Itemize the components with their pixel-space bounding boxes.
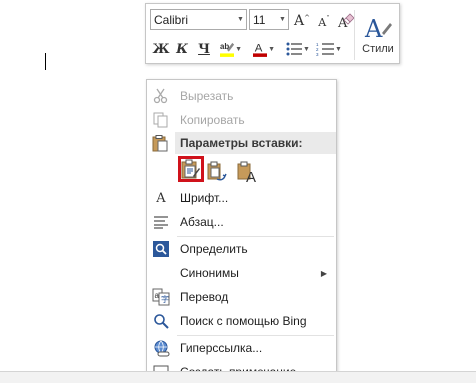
- submenu-arrow-icon: ▶: [320, 268, 327, 278]
- styles-button[interactable]: A Стили: [356, 8, 400, 62]
- search-icon: [152, 312, 170, 330]
- styles-label: Стили: [362, 43, 394, 55]
- font-name-value: Calibri: [154, 12, 189, 27]
- status-bar-strip: [0, 371, 476, 383]
- menu-item-hyperlink-label: Гиперссылка...: [180, 341, 263, 355]
- chevron-down-icon[interactable]: ▼: [277, 10, 288, 29]
- shrink-font-button[interactable]: Aˇ: [315, 14, 333, 30]
- define-search-icon: [152, 240, 170, 258]
- chevron-down-icon: ▼: [268, 45, 275, 53]
- clear-formatting-icon: A: [337, 13, 355, 30]
- grow-font-label: A: [294, 13, 305, 29]
- menu-item-cut-label: Вырезать: [180, 89, 234, 103]
- font-color-button[interactable]: A ▼: [253, 38, 275, 60]
- font-icon: A: [156, 190, 166, 206]
- toolbar-separator: [354, 10, 355, 60]
- svg-text:3: 3: [316, 52, 319, 56]
- font-size-combo[interactable]: 11 ▼: [249, 9, 289, 30]
- font-size-value: 11: [253, 12, 266, 27]
- menu-item-copy-label: Копировать: [180, 113, 245, 127]
- paste-merge-formatting-icon: [207, 161, 227, 181]
- font-name-combo[interactable]: Calibri ▼: [150, 9, 247, 30]
- bold-button[interactable]: Ж: [152, 40, 169, 58]
- globe-link-icon: [152, 339, 170, 357]
- italic-button[interactable]: К: [174, 40, 190, 58]
- menu-item-translate-label: Перевод: [180, 290, 229, 304]
- menu-item-bing-search-label: Поиск с помощью Bing: [180, 314, 307, 328]
- menu-item-font-label: Шрифт...: [180, 191, 229, 205]
- chevron-down-icon: ▼: [235, 45, 242, 53]
- svg-text:A: A: [246, 169, 256, 183]
- caret-down-icon: ˇ: [326, 15, 330, 23]
- menu-item-translate[interactable]: a字 Перевод: [147, 285, 336, 309]
- svg-text:A: A: [255, 43, 263, 55]
- styles-icon: A: [364, 15, 392, 41]
- chevron-down-icon[interactable]: ▼: [235, 10, 246, 29]
- paragraph-icon: [152, 213, 170, 231]
- paste-options-header: Параметры вставки:: [175, 132, 336, 154]
- clipboard-icon: [152, 135, 170, 153]
- svg-text:字: 字: [161, 294, 169, 304]
- translate-icon: a字: [152, 288, 170, 306]
- scissors-icon: [152, 87, 170, 105]
- bullets-button[interactable]: ▼: [286, 38, 310, 60]
- numbered-list-icon: 1 2 3: [316, 42, 335, 56]
- highlight-color-button[interactable]: ab ▼: [220, 38, 242, 60]
- paste-options-header-label: Параметры вставки:: [180, 136, 303, 150]
- paste-keep-source-formatting-button[interactable]: [178, 156, 204, 182]
- menu-item-paragraph[interactable]: Абзац...: [147, 210, 336, 234]
- paste-text-only-icon: A: [237, 161, 256, 183]
- underline-button[interactable]: Ч: [196, 40, 212, 58]
- menu-item-synonyms[interactable]: Синонимы ▶: [147, 261, 336, 285]
- menu-item-cut[interactable]: Вырезать: [147, 84, 336, 108]
- menu-item-define-label: Определить: [180, 242, 248, 256]
- copy-icon: [152, 111, 170, 129]
- caret-up-icon: ^: [304, 14, 310, 22]
- chevron-down-icon: ▼: [335, 45, 342, 53]
- paste-text-only-button[interactable]: A: [235, 159, 261, 185]
- context-menu: Вырезать Копировать Параметры вставки: A…: [146, 79, 337, 383]
- menu-item-define[interactable]: Определить: [147, 237, 336, 261]
- menu-item-copy[interactable]: Копировать: [147, 108, 336, 132]
- text-cursor: [45, 53, 46, 70]
- menu-item-bing-search[interactable]: Поиск с помощью Bing: [147, 309, 336, 333]
- clear-formatting-button[interactable]: A: [336, 12, 356, 30]
- svg-text:A: A: [364, 15, 383, 41]
- mini-toolbar: Calibri ▼ 11 ▼ A ^ Aˇ A Ж К Ч ab ▼ A ▼ ▼…: [145, 3, 400, 64]
- font-color-icon: A: [253, 43, 268, 57]
- paste-merge-formatting-button[interactable]: [205, 159, 231, 185]
- paste-keep-formatting-icon: [181, 159, 200, 179]
- chevron-down-icon: ▼: [303, 45, 310, 53]
- bullet-list-icon: [286, 42, 303, 56]
- grow-font-button[interactable]: A ^: [293, 12, 311, 30]
- numbering-button[interactable]: 1 2 3 ▼: [315, 38, 343, 60]
- menu-item-synonyms-label: Синонимы: [180, 266, 239, 280]
- shrink-font-label: A: [318, 15, 327, 29]
- highlighter-icon: ab: [220, 42, 235, 57]
- menu-item-hyperlink[interactable]: Гиперссылка...: [147, 336, 336, 360]
- menu-item-font[interactable]: A Шрифт...: [147, 186, 336, 210]
- menu-item-paragraph-label: Абзац...: [180, 215, 224, 229]
